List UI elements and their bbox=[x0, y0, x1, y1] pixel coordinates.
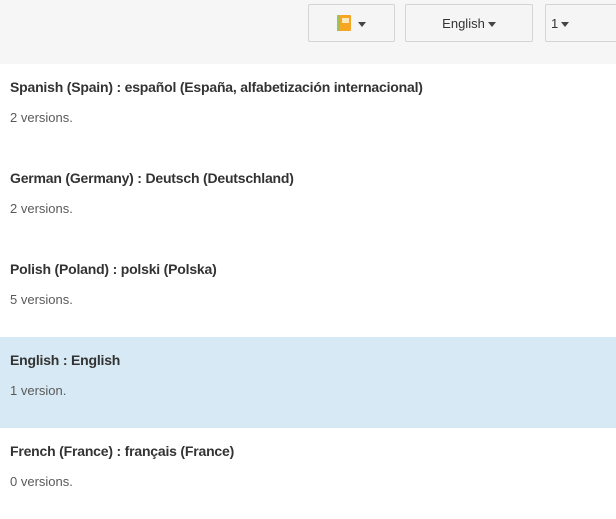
language-label: English bbox=[442, 15, 485, 31]
language-title: German (Germany) : Deutsch (Deutschland) bbox=[10, 170, 294, 186]
chevron-down-icon bbox=[487, 21, 496, 27]
language-dropdown-button[interactable]: English bbox=[405, 4, 533, 42]
language-item-polish[interactable]: Polish (Poland) : polski (Polska) 5 vers… bbox=[0, 246, 616, 337]
version-count: 1 version. bbox=[10, 383, 67, 398]
version-count: 5 versions. bbox=[10, 292, 73, 307]
language-title: Polish (Poland) : polski (Polska) bbox=[10, 261, 217, 277]
chevron-down-icon bbox=[358, 21, 366, 27]
language-item-french[interactable]: French (France) : français (France) 0 ve… bbox=[0, 428, 616, 519]
language-item-spanish[interactable]: Spanish (Spain) : español (España, alfab… bbox=[0, 64, 616, 155]
version-count: 0 versions. bbox=[10, 474, 73, 489]
version-count: 2 versions. bbox=[10, 201, 73, 216]
toolbar: English 1 bbox=[0, 0, 616, 64]
version-label: 1 bbox=[551, 15, 559, 31]
chevron-down-icon bbox=[561, 21, 570, 27]
language-item-english[interactable]: English : English 1 version. bbox=[0, 337, 616, 428]
database-dropdown-button[interactable] bbox=[308, 4, 395, 42]
language-title: Spanish (Spain) : español (España, alfab… bbox=[10, 79, 423, 95]
version-count: 2 versions. bbox=[10, 110, 73, 125]
database-icon bbox=[337, 15, 351, 31]
language-item-german[interactable]: German (Germany) : Deutsch (Deutschland)… bbox=[0, 155, 616, 246]
version-dropdown-button[interactable]: 1 bbox=[545, 4, 616, 42]
language-title: French (France) : français (France) bbox=[10, 443, 235, 459]
language-title: English : English bbox=[10, 352, 121, 368]
language-list: Spanish (Spain) : español (España, alfab… bbox=[0, 64, 616, 519]
